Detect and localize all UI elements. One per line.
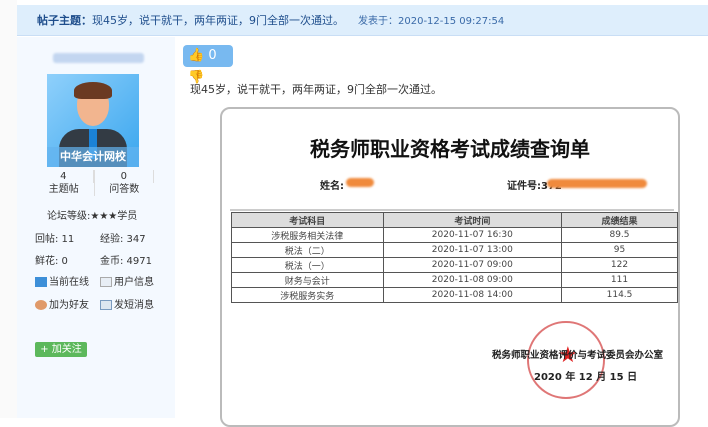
topic-bar: 帖子主题：现45岁，说干就干，两年两证，9门全部一次通过。 发表于：2020-12… — [17, 5, 708, 36]
post-date: 发表于：2020-12-15 09:27:54 — [358, 16, 505, 27]
cell: 89.5 — [561, 227, 678, 243]
replies-count: 回帖: 11 — [35, 234, 75, 245]
col-subject: 考试科目 — [231, 212, 384, 228]
topic-title: 现45岁，说干就干，两年两证，9门全部一次通过。 — [92, 14, 344, 27]
thumbs-up-icon[interactable]: 👍 — [188, 48, 204, 63]
table-row: 涉税服务相关法律 2020-11-07 16:30 89.5 — [231, 227, 678, 243]
table-row: 税法（二） 2020-11-07 13:00 95 — [231, 242, 678, 258]
avatar-brand: 中华会计网校 — [47, 147, 139, 167]
id-redaction — [547, 179, 647, 188]
threads-count: 4 — [34, 170, 94, 183]
threads-stat[interactable]: 4 主题帖 — [34, 170, 95, 196]
avatar[interactable]: 中华会计网校 — [47, 74, 139, 167]
cell: 111 — [561, 272, 678, 288]
page-gutter — [0, 0, 17, 418]
experience: 经验: 347 — [100, 234, 146, 245]
cell: 114.5 — [561, 287, 678, 303]
online-status[interactable]: 当前在线 — [35, 273, 89, 288]
monitor-icon — [35, 277, 47, 287]
table-row: 财务与会计 2020-11-08 09:00 111 — [231, 272, 678, 288]
avatar-hair — [74, 82, 112, 99]
answers-stat[interactable]: 0 问答数 — [95, 170, 154, 196]
table-row: 税法（一） 2020-11-07 09:00 122 — [231, 257, 678, 273]
like-widget[interactable]: 👍 0 👎 — [183, 45, 233, 85]
cell: 涉税服务实务 — [231, 287, 384, 303]
certificate-title: 税务师职业资格考试成绩查询单 — [310, 137, 590, 161]
issue-date: 2020 年 12 月 15 日 — [534, 372, 638, 383]
certificate-image: 税务师职业资格考试成绩查询单 姓名: 证件号:372 考试科目 考试时间 成绩结果 … — [220, 107, 680, 427]
profile-card-icon — [100, 277, 112, 287]
post-body: 现45岁，说干就干，两年两证，9门全部一次通过。 — [190, 83, 442, 96]
user-info-link[interactable]: 用户信息 — [100, 273, 154, 288]
name-label: 姓名: — [320, 181, 344, 192]
cell: 2020-11-08 14:00 — [382, 287, 563, 303]
forum-level: 论坛等级:★★★学员 — [47, 211, 138, 222]
cell: 2020-11-07 09:00 — [382, 257, 563, 273]
cell: 税法（一） — [231, 257, 384, 273]
online-label: 当前在线 — [49, 277, 89, 288]
threads-label: 主题帖 — [48, 184, 79, 195]
topic-label: 帖子主题： — [37, 14, 92, 27]
add-friend-label: 加为好友 — [49, 300, 89, 311]
answers-label: 问答数 — [109, 184, 140, 195]
col-score: 成绩结果 — [561, 212, 678, 228]
cell: 2020-11-07 16:30 — [382, 227, 563, 243]
add-friend-link[interactable]: 加为好友 — [35, 296, 89, 311]
envelope-icon — [100, 300, 112, 310]
col-time: 考试时间 — [382, 212, 563, 228]
user-stats: 4 主题帖 0 问答数 — [34, 170, 154, 196]
cell: 财务与会计 — [231, 272, 384, 288]
user-sidebar: 中华会计网校 4 主题帖 0 问答数 论坛等级:★★★学员 回帖: 11 经验: 3… — [17, 37, 175, 418]
coins-count: 金币: 4971 — [100, 256, 152, 267]
table-row: 涉税服务实务 2020-11-08 14:00 114.5 — [231, 287, 678, 303]
send-message-label: 发短消息 — [114, 300, 154, 311]
scores-table: 考试科目 考试时间 成绩结果 涉税服务相关法律 2020-11-07 16:30 89.… — [231, 212, 678, 303]
name-redaction — [346, 178, 374, 187]
add-friend-icon — [35, 300, 47, 310]
cell: 涉税服务相关法律 — [231, 227, 384, 243]
cell: 2020-11-07 13:00 — [382, 242, 563, 258]
user-info-label: 用户信息 — [114, 277, 154, 288]
issuing-office: 税务师职业资格评价与考试委员会办公室 — [492, 350, 664, 361]
cell: 122 — [561, 257, 678, 273]
cell: 税法（二） — [231, 242, 384, 258]
send-message-link[interactable]: 发短消息 — [100, 296, 154, 311]
cell: 2020-11-08 09:00 — [382, 272, 563, 288]
table-header: 考试科目 考试时间 成绩结果 — [231, 212, 678, 228]
flowers-count: 鲜花: 0 — [35, 256, 68, 267]
answers-count: 0 — [95, 170, 154, 183]
username-blurred — [53, 53, 144, 63]
cell: 95 — [561, 242, 678, 258]
divider — [230, 209, 674, 211]
like-count: 0 — [208, 48, 217, 63]
follow-button[interactable]: + 加关注 — [35, 342, 87, 357]
